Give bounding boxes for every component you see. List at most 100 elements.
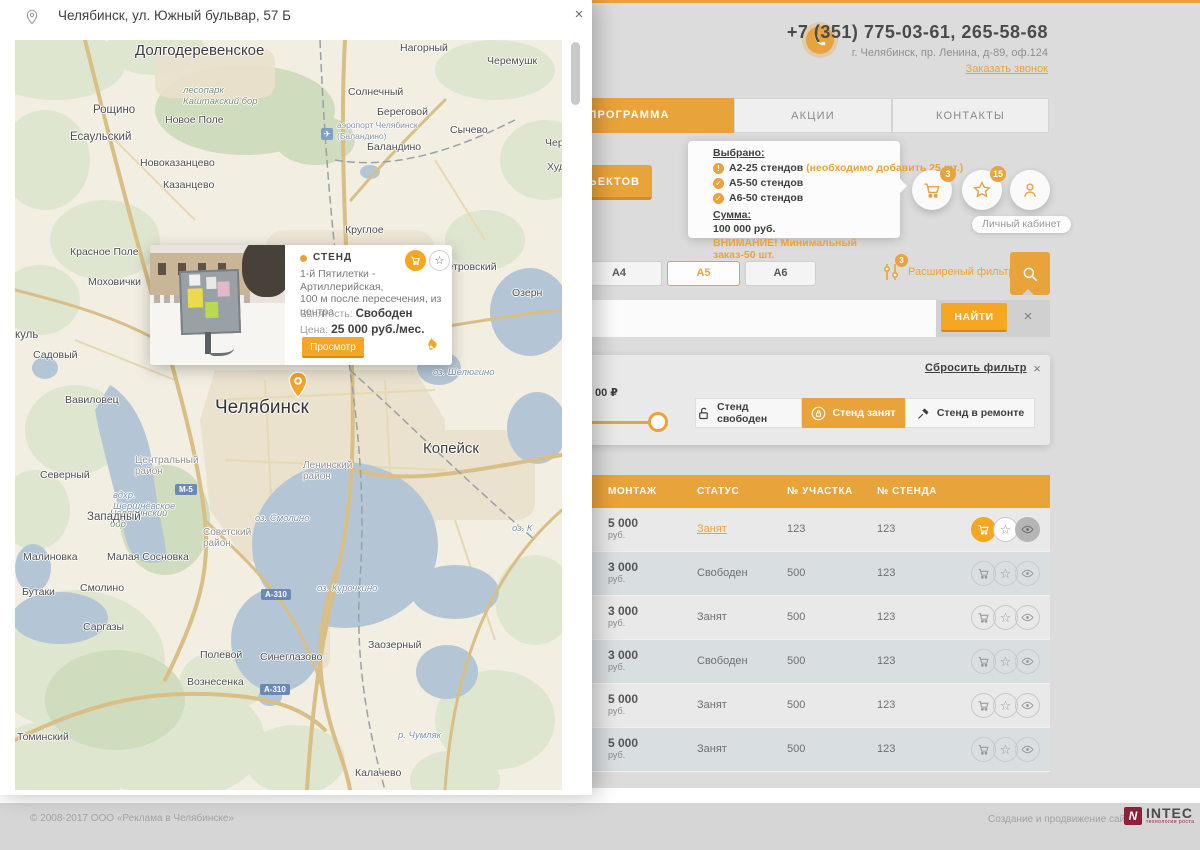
col-stand-number: № СТЕНДА: [877, 475, 937, 508]
find-button[interactable]: НАЙТИ: [941, 303, 1007, 332]
montage-price: 3 000руб.: [608, 560, 638, 584]
stand-number: 123: [877, 523, 895, 535]
intec-logo-name: INTEC: [1146, 807, 1194, 819]
map-place-label: Копейск: [423, 443, 479, 454]
map-place-label: лесопарк Каштакский бор: [183, 85, 258, 107]
table-row: 5 000руб. Занят 500 123 ☆: [560, 728, 1050, 772]
map-modal: Челябинск, ул. Южный бульвар, 57 Б ×: [0, 0, 592, 795]
stand-number: 123: [877, 743, 895, 755]
montage-price: 5 000руб.: [608, 516, 638, 540]
eye-icon: [1021, 567, 1034, 580]
map-canvas[interactable]: ДолгодеревенскоеНагорныйЧеремушклесопарк…: [15, 40, 562, 790]
account-button[interactable]: [1010, 170, 1050, 210]
favorites-button[interactable]: 15: [962, 170, 1002, 210]
format-filter-button[interactable]: А6: [745, 261, 816, 286]
row-view-button[interactable]: [1015, 605, 1040, 630]
map-place-label: Красное Поле: [70, 247, 139, 258]
stand-type-dot: [300, 255, 307, 262]
view-stand-button[interactable]: Просмотр: [302, 337, 364, 358]
selection-item-label: А5-50 стендов: [729, 177, 803, 189]
map-place-label: Береговой: [377, 107, 428, 118]
map-place-label: Челябинск: [215, 402, 309, 413]
table-row: 3 000руб. Свободен 500 123 ☆: [560, 552, 1050, 596]
price-slider-handle[interactable]: [648, 412, 668, 432]
selection-item-status-icon: ✓: [713, 193, 724, 204]
stand-status-filter-button[interactable]: Стенд свободен: [695, 398, 802, 428]
map-place-label: Вознесенка: [187, 677, 244, 688]
stand-status-filter-button[interactable]: Стенд занят: [802, 398, 905, 428]
filter-close-icon[interactable]: ×: [1028, 360, 1046, 378]
cart-count-badge: 3: [940, 166, 956, 182]
row-view-button[interactable]: [1015, 693, 1040, 718]
map-place-label: Сычево: [450, 125, 488, 136]
map-place-label: Чер: [545, 138, 562, 149]
table-row: 5 000руб. Занят 123 123 ☆: [560, 508, 1050, 552]
plot-number: 500: [787, 655, 805, 667]
stand-status: Занят: [697, 523, 727, 535]
plot-number: 500: [787, 567, 805, 579]
plot-number: 500: [787, 699, 805, 711]
callback-link[interactable]: Заказать звонок: [966, 63, 1048, 75]
stand-status: Свободен: [697, 567, 748, 579]
reset-filter-link[interactable]: Сбросить фильтр: [925, 362, 1027, 374]
map-place-label: аэропорт Челябинск (Баландино): [337, 120, 418, 142]
map-place-label: куль: [15, 330, 38, 341]
map-place-label: Синеглазово: [260, 652, 322, 663]
modal-title: Челябинск, ул. Южный бульвар, 57 Б: [58, 8, 291, 23]
map-place-label: Малая Сосновка: [107, 552, 189, 563]
stand-price: Цена: 25 000 руб./мес.: [300, 322, 424, 336]
map-place-label: Солнечный: [348, 87, 403, 98]
header-contacts: +7 (351) 775-03-61, 265-58-68 г. Челябин…: [787, 22, 1048, 77]
selection-item-label: А2-25 стендов: [729, 162, 803, 174]
location-pin-icon: [24, 9, 40, 25]
stand-status-filter-button[interactable]: Стенд в ремонте: [905, 398, 1035, 428]
price-unit: руб.: [608, 574, 638, 584]
stand-type-label: СТЕНД: [313, 252, 352, 263]
modal-scrollbar[interactable]: [571, 42, 580, 105]
map-place-label: оз. Шелюгино: [433, 367, 495, 378]
map-place-label: Вавиловец: [65, 395, 119, 406]
map-place-label: Круглое: [345, 225, 384, 236]
company-address: г. Челябинск, пр. Ленина, д-89, оф.124: [787, 47, 1048, 59]
intec-logo-mark: N: [1124, 807, 1142, 825]
nav-tab[interactable]: АКЦИИ: [734, 98, 892, 133]
occupancy-value: Свободен: [356, 308, 413, 320]
nav-tab[interactable]: КОНТАКТЫ: [892, 98, 1049, 133]
search-button[interactable]: [1010, 252, 1050, 295]
search-input[interactable]: [560, 300, 936, 337]
map-place-label: Калачево: [355, 768, 401, 779]
price-value: 25 000 руб./мес.: [331, 322, 424, 336]
row-view-button[interactable]: [1015, 649, 1040, 674]
cart-button[interactable]: 3: [912, 170, 952, 210]
format-filter-button[interactable]: А5: [667, 261, 740, 286]
favorites-count-badge: 15: [990, 166, 1006, 182]
road-number-badge: А-310: [261, 589, 291, 600]
price-label: Цена:: [300, 324, 328, 336]
selection-title: Выбрано:: [713, 147, 900, 159]
search-close-icon[interactable]: ×: [1016, 305, 1040, 329]
row-view-button[interactable]: [1015, 737, 1040, 762]
modal-close-icon[interactable]: ×: [570, 6, 588, 24]
stand-info-popup: СТЕНД ☆ 1-й Пятилетки - Артиллерийская, …: [150, 245, 452, 365]
copyright-text: © 2008-2017 ООО «Реклама в Челябинске»: [30, 813, 234, 824]
map-place-label: Новоказанцево: [140, 158, 215, 169]
map-pin-marker[interactable]: [287, 371, 309, 399]
selection-summary-card: Выбрано: ! А2-25 стендов (необходимо доб…: [688, 141, 900, 238]
map-place-label: Моховички: [88, 277, 141, 288]
airport-icon: ✈: [321, 128, 333, 140]
stand-status: Занят: [697, 743, 727, 755]
row-view-button[interactable]: [1015, 561, 1040, 586]
selection-item: ✓ А5-50 стендов: [713, 177, 900, 190]
map-place-label: Есаульский: [70, 132, 131, 143]
advanced-filter-badge: 3: [895, 254, 908, 267]
map-place-label: Озерн: [512, 288, 542, 299]
road-number-badge: А-310: [260, 684, 290, 695]
map-place-label: Долгодеревенское: [135, 45, 264, 56]
price-range-value: 00 ₽: [595, 386, 618, 399]
stand-number: 123: [877, 611, 895, 623]
row-view-button[interactable]: [1015, 517, 1040, 542]
occupancy-label: Занятость:: [300, 308, 353, 320]
hot-offer-flame-icon: [422, 335, 440, 355]
eye-icon: [1021, 611, 1034, 624]
intec-logo[interactable]: N INTEC технологии роста: [1124, 807, 1194, 825]
